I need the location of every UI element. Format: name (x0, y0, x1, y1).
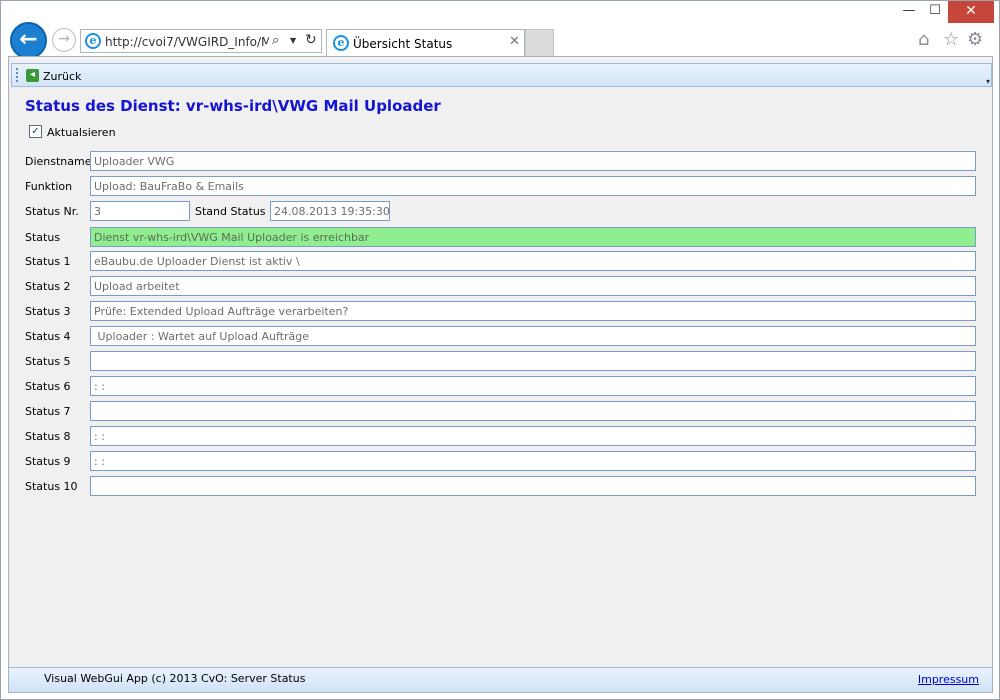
browser-tab[interactable]: e Übersicht Status ✕ (326, 29, 525, 56)
toolbar: ◂ Zurück ▾ (11, 63, 992, 87)
address-text[interactable]: http://cvoi7/VWGIRD_Info/Ma (105, 35, 269, 49)
label-status-3: Status 3 (25, 305, 71, 318)
label-funktion: Funktion (25, 180, 73, 193)
browser-forward-button[interactable]: → (52, 28, 76, 52)
app-content: ◂ Zurück ▾ Status des Dienst: vr-whs-ird… (8, 56, 993, 693)
close-window-button[interactable]: ✕ (948, 1, 994, 23)
refresh-checkbox-label: Aktualsieren (47, 126, 116, 139)
maximize-button[interactable]: ☐ (918, 1, 952, 23)
browser-back-button[interactable]: ← (10, 22, 47, 59)
back-arrow-icon: ← (19, 27, 38, 52)
tab-title: Übersicht Status (353, 37, 453, 51)
label-status: Status (25, 231, 61, 244)
label-status-nr: Status Nr. (25, 205, 79, 218)
ie-icon: e (333, 35, 349, 51)
field-funktion[interactable]: Upload: BauFraBo & Emails (90, 176, 976, 196)
tab-close-icon[interactable]: ✕ (509, 34, 520, 49)
ie-icon: e (85, 33, 101, 49)
label-status-4: Status 4 (25, 330, 71, 343)
field-status-6[interactable]: : : (90, 376, 976, 396)
field-status-3[interactable]: Prüfe: Extended Upload Aufträge verarbei… (90, 301, 976, 321)
forward-arrow-icon: → (58, 31, 70, 47)
back-button-label: Zurück (43, 70, 82, 83)
field-dienstname[interactable]: Uploader VWG (90, 151, 976, 171)
home-icon[interactable]: ⌂ (918, 29, 929, 50)
gear-icon[interactable]: ⚙ (967, 29, 983, 50)
browser-window: — ☐ ✕ ← → e http://cvoi7/VWGIRD_Info/Ma … (0, 0, 1000, 700)
field-status-2[interactable]: Upload arbeitet (90, 276, 976, 296)
field-status-9[interactable]: : : (90, 451, 976, 471)
label-status-8: Status 8 (25, 430, 71, 443)
label-status-6: Status 6 (25, 380, 71, 393)
address-bar[interactable]: e http://cvoi7/VWGIRD_Info/Ma ⌕ ▼ ↻ (80, 29, 322, 53)
field-status-7[interactable] (90, 401, 976, 421)
field-status-4[interactable]: Uploader : Wartet auf Upload Aufträge (90, 326, 976, 346)
page-title: Status des Dienst: vr-whs-ird\VWG Mail U… (25, 97, 441, 115)
refresh-icon[interactable]: ↻ (305, 32, 317, 48)
impressum-link[interactable]: Impressum (918, 673, 979, 686)
label-status-5: Status 5 (25, 355, 71, 368)
field-stand-status[interactable]: 24.08.2013 19:35:30 (270, 201, 390, 221)
field-status-nr[interactable]: 3 (90, 201, 190, 221)
label-status-2: Status 2 (25, 280, 71, 293)
label-status-9: Status 9 (25, 455, 71, 468)
dropdown-icon[interactable]: ▼ (290, 36, 296, 45)
label-stand-status: Stand Status (195, 205, 266, 218)
toolbar-grip-icon[interactable] (16, 68, 19, 82)
field-status[interactable]: Dienst vr-whs-ird\VWG Mail Uploader is e… (90, 227, 976, 247)
field-status-10[interactable] (90, 476, 976, 496)
label-status-1: Status 1 (25, 255, 71, 268)
refresh-checkbox[interactable]: ✓ (29, 125, 42, 138)
label-status-7: Status 7 (25, 405, 71, 418)
label-dienstname: Dienstname (25, 155, 92, 168)
label-status-10: Status 10 (25, 480, 78, 493)
footer-text: Visual WebGui App (c) 2013 CvO: Server S… (44, 672, 306, 685)
field-status-1[interactable]: eBaubu.de Uploader Dienst ist aktiv \ (90, 251, 976, 271)
field-status-5[interactable] (90, 351, 976, 371)
field-status-8[interactable]: : : (90, 426, 976, 446)
search-icon[interactable]: ⌕ (272, 33, 279, 48)
back-icon: ◂ (26, 69, 39, 82)
toolbar-overflow-icon[interactable]: ▾ (986, 77, 990, 86)
status-footer: Visual WebGui App (c) 2013 CvO: Server S… (9, 667, 992, 692)
star-icon[interactable]: ☆ (943, 29, 959, 50)
new-tab-button[interactable] (525, 29, 554, 56)
